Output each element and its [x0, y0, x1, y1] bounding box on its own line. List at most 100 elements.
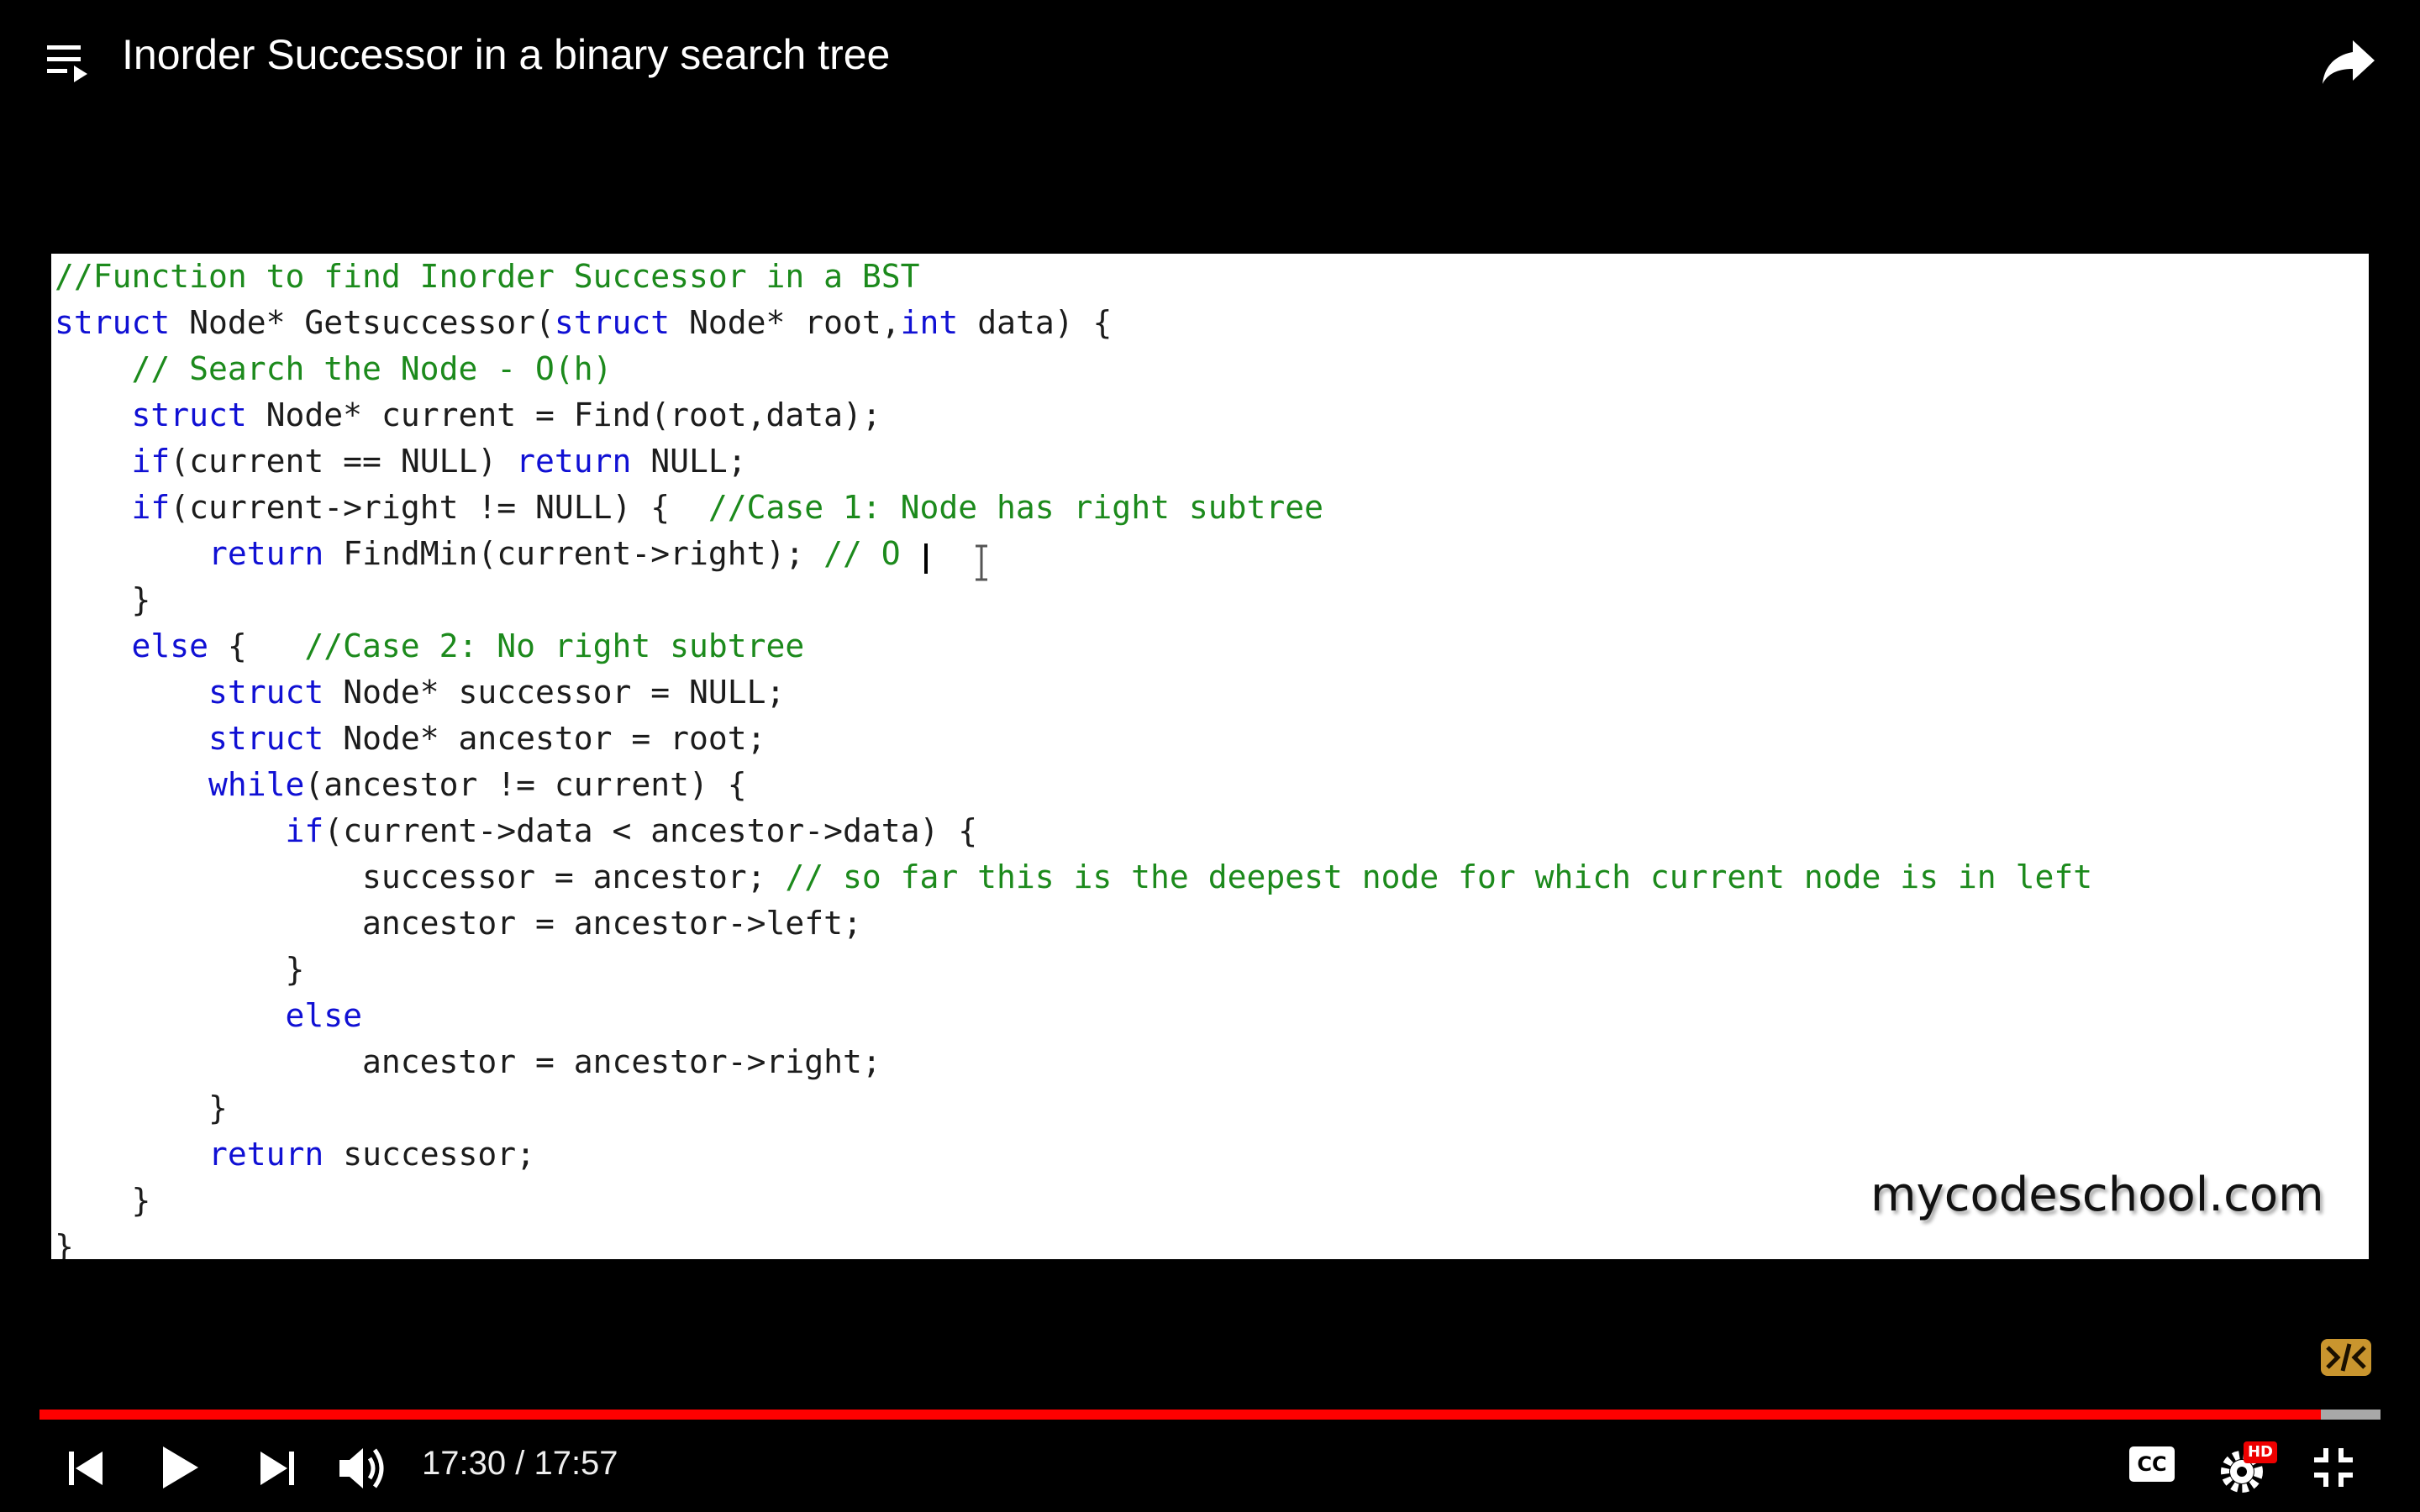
code-text: } [55, 951, 305, 988]
code-keyword: return [208, 1136, 324, 1173]
code-text: (current->data < ancestor->data) { [324, 812, 978, 849]
code-keyword: struct [208, 674, 324, 711]
code-keyword: int [900, 304, 959, 341]
code-line: } [55, 577, 2092, 623]
time-separator: / [506, 1445, 534, 1482]
code-line: } [55, 1178, 2092, 1224]
progress-bar[interactable] [39, 1410, 2381, 1420]
playlist-icon[interactable] [47, 42, 94, 84]
code-keyword: if [131, 443, 171, 480]
code-text: (current->right != NULL) { [170, 489, 708, 526]
code-line: if(current == NULL) return NULL; [55, 438, 2092, 485]
share-icon[interactable] [2321, 37, 2376, 87]
code-text: } [55, 1228, 74, 1259]
duration: 17:57 [534, 1445, 618, 1482]
code-keyword: else [285, 997, 363, 1034]
code-text: successor; [324, 1136, 535, 1173]
play-icon[interactable] [161, 1445, 200, 1490]
code-line: successor = ancestor; // so far this is … [55, 854, 2092, 900]
player-controls: 17:30 / 17:57 CC HD [0, 1428, 2420, 1512]
code-comment: // so far this is the deepest node for w… [785, 858, 2093, 895]
video-title[interactable]: Inorder Successor in a binary search tre… [122, 30, 890, 79]
code-line: struct Node* ancestor = root; [55, 716, 2092, 762]
code-line: if(current->right != NULL) { //Case 1: N… [55, 485, 2092, 531]
code-text: Node* successor = NULL; [324, 674, 786, 711]
code-line: struct Node* current = Find(root,data); [55, 392, 2092, 438]
code-text: successor = ancestor; [55, 858, 786, 895]
code-line: ancestor = ancestor->right; [55, 1039, 2092, 1085]
code-keyword: struct [131, 396, 247, 433]
text-caret [924, 543, 928, 574]
time-display: 17:30 / 17:57 [422, 1445, 618, 1483]
code-line: struct Node* successor = NULL; [55, 669, 2092, 716]
code-text: (ancestor != current) { [304, 766, 747, 803]
code-text: Node* Getsuccessor( [170, 304, 555, 341]
progress-played [39, 1410, 2321, 1420]
code-text: } [55, 1089, 228, 1126]
code-keyword: struct [55, 304, 171, 341]
code-slide: //Function to find Inorder Successor in … [51, 254, 2369, 1259]
code-line: } [55, 1085, 2092, 1131]
code-comment: //Function to find Inorder Successor in … [55, 258, 920, 295]
code-line: if(current->data < ancestor->data) { [55, 808, 2092, 854]
code-text: Node* ancestor = root; [324, 720, 766, 757]
code-comment: //Case 2: No right subtree [304, 627, 805, 664]
code-text: data) { [958, 304, 1113, 341]
code-keyword: return [208, 535, 324, 572]
code-listing: //Function to find Inorder Successor in … [55, 254, 2092, 1259]
code-text: { [208, 627, 305, 664]
code-line: } [55, 1224, 2092, 1259]
code-text: ancestor = ancestor->right; [55, 1043, 881, 1080]
volume-icon[interactable] [339, 1445, 392, 1492]
code-keyword: if [285, 812, 324, 849]
code-line: } [55, 947, 2092, 993]
code-text: NULL; [631, 443, 747, 480]
code-keyword: struct [554, 304, 671, 341]
hd-badge: HD [2244, 1441, 2277, 1463]
watermark: mycodeschool.com [1870, 1168, 2324, 1222]
code-line: return successor; [55, 1131, 2092, 1178]
exit-fullscreen-icon[interactable] [2312, 1446, 2354, 1488]
skip-next-icon[interactable] [260, 1448, 294, 1488]
code-keyword: while [208, 766, 305, 803]
code-keyword: struct [208, 720, 324, 757]
hd-badge-label: HD [2247, 1443, 2273, 1461]
code-text: Node* current = Find(root,data); [246, 396, 881, 433]
code-line: //Function to find Inorder Successor in … [55, 254, 2092, 300]
captions-label: CC [2137, 1452, 2167, 1476]
code-line: while(ancestor != current) { [55, 762, 2092, 808]
code-keyword: return [516, 443, 632, 480]
code-text: (current == NULL) [170, 443, 517, 480]
code-line: struct Node* Getsuccessor(struct Node* r… [55, 300, 2092, 346]
code-keyword: if [131, 489, 171, 526]
code-keyword: else [131, 627, 209, 664]
code-text: ancestor = ancestor->left; [55, 905, 862, 942]
code-line: ancestor = ancestor->left; [55, 900, 2092, 947]
code-comment: // O [823, 535, 901, 572]
code-text: } [55, 581, 151, 618]
current-time: 17:30 [422, 1445, 507, 1482]
captions-icon[interactable]: CC [2129, 1446, 2175, 1482]
skip-previous-icon[interactable] [69, 1448, 103, 1488]
ibeam-cursor-icon [976, 544, 987, 581]
code-comment: //Case 1: Node has right subtree [708, 489, 1323, 526]
code-text: } [55, 1182, 151, 1219]
top-bar: Inorder Successor in a binary search tre… [0, 0, 2420, 118]
code-line: else [55, 993, 2092, 1039]
code-comment: // Search the Node - O(h) [131, 350, 613, 387]
channel-brand-icon[interactable] [2319, 1336, 2373, 1379]
code-text: Node* root, [670, 304, 901, 341]
code-line: else { //Case 2: No right subtree [55, 623, 2092, 669]
